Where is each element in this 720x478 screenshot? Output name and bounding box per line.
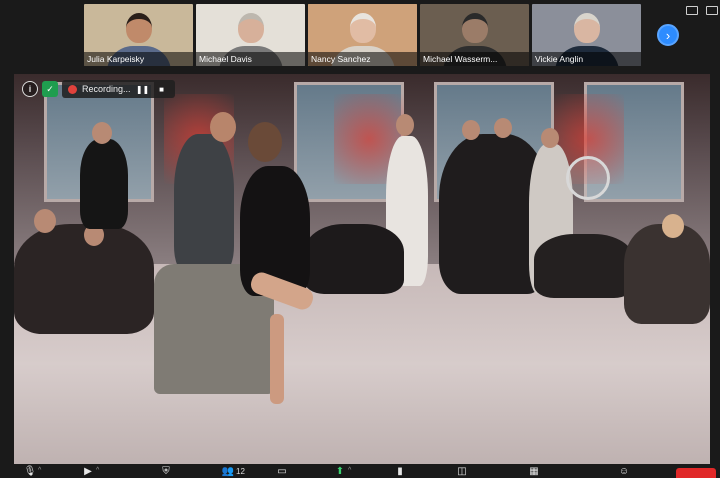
participant-thumbnails: Julia Karpeisky Michael Davis Nancy Sanche… [84,4,641,66]
spectator-head [662,214,684,238]
participant-face [125,13,152,43]
record-button[interactable]: ◫ [456,467,468,478]
info-icon[interactable]: i [22,81,38,97]
chevron-right-icon[interactable]: › [657,24,679,46]
crowd-left [14,224,154,334]
pause-icon[interactable]: ❚❚ [136,82,150,96]
minimize-icon[interactable] [706,6,718,15]
meeting-controls-toolbar: 🎙 ^ ▶ ^ ⛨ 👥 12 ▭ ⬆ ^ ▮ ◫ ▦ ☺ [0,466,720,478]
view-controls [686,6,718,15]
participant-tile[interactable]: Julia Karpeisky [84,4,193,66]
end-meeting-button[interactable] [676,468,716,478]
polls-button[interactable]: ▮ [394,467,406,478]
spectator-head [92,122,112,144]
recording-bar: i ✓ Recording... ❚❚ ■ [22,80,175,98]
participant-face [461,13,488,43]
security-shield-icon: ⛨ [162,466,170,477]
participants-button[interactable]: 👥 12 [222,467,245,478]
video-camera-icon: ▶ [84,466,92,477]
dancer-woman-head [248,122,282,162]
participant-face [573,13,600,43]
recording-dot-icon [68,84,77,94]
participant-tile[interactable]: Michael Davis [196,4,305,66]
participant-face [237,13,264,43]
video-camera-button[interactable]: ▶ ^ [82,467,99,478]
gallery-strip: Julia Karpeisky Michael Davis Nancy Sanche… [0,0,720,72]
spectator-head [462,120,480,140]
spectator-head [541,128,559,148]
reactions-button[interactable]: ☺ [618,467,630,478]
participant-name: Julia Karpeisky [84,52,193,66]
seated-group [534,234,634,298]
chevron-up-icon[interactable]: ^ [38,467,41,474]
shield-check-icon[interactable]: ✓ [42,81,58,97]
chat-icon: ▭ [277,466,287,477]
microphone-button[interactable]: 🎙 ^ [23,466,42,478]
stop-icon[interactable]: ■ [155,82,169,96]
chevron-up-icon[interactable]: ^ [96,467,99,474]
participant-face [349,13,376,43]
main-video: i ✓ Recording... ❚❚ ■ [14,74,710,464]
spectator-head [396,114,414,136]
recording-indicator: Recording... ❚❚ ■ [62,80,175,98]
chat-button[interactable]: ▭ [276,467,288,478]
participant-name: Michael Wasserm... [420,52,529,66]
dancer-man-jacket [174,134,234,274]
security-shield-button[interactable]: ⛨ [160,467,172,478]
dancer-man-head [210,112,236,142]
reactions-icon: ☺ [618,466,630,477]
spectator-head [494,118,512,138]
apps-icon: ▦ [529,466,539,477]
microphone-icon: 🎙 [23,466,37,477]
participant-count: 12 [236,467,245,476]
share-screen-icon: ⬆ [335,466,345,477]
standing-spectator [80,139,128,229]
participant-tile[interactable]: Vickie Anglin [532,4,641,66]
participant-tile[interactable]: Michael Wasserm... [420,4,529,66]
participants-icon: 👥 [221,466,235,477]
polls-icon: ▮ [397,466,403,477]
record-icon: ◫ [457,466,467,477]
spectator-head [34,209,56,233]
gallery-view-icon[interactable] [686,6,698,15]
share-screen-button[interactable]: ⬆ ^ [334,466,352,478]
participant-tile[interactable]: Nancy Sanchez [308,4,417,66]
fan [566,156,610,200]
crowd-right [624,224,710,324]
seated-group [304,224,404,294]
chevron-up-icon[interactable]: ^ [348,467,351,474]
apps-button[interactable]: ▦ [528,467,540,478]
participant-name: Vickie Anglin [532,52,641,66]
dancer-woman-leg [270,314,284,404]
participant-name: Michael Davis [196,52,305,66]
participant-name: Nancy Sanchez [308,52,417,66]
recording-label: Recording... [82,84,131,94]
